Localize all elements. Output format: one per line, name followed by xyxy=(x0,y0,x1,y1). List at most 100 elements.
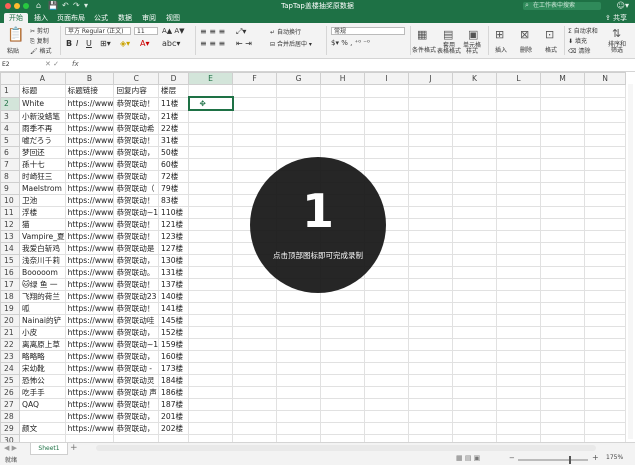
cell-empty[interactable] xyxy=(232,326,278,339)
tab-review[interactable]: 审阅 xyxy=(139,13,159,23)
cell-empty[interactable] xyxy=(496,134,542,147)
cell-empty[interactable] xyxy=(364,109,410,123)
cell-empty[interactable] xyxy=(584,242,627,255)
cell-empty[interactable] xyxy=(276,122,322,135)
cell-empty[interactable] xyxy=(540,109,586,123)
cell-empty[interactable] xyxy=(408,314,454,327)
cell-b[interactable]: https://www xyxy=(64,350,115,363)
cell-a[interactable]: Vampire_夏 xyxy=(19,230,66,243)
cell-empty[interactable] xyxy=(408,398,454,411)
cell-empty[interactable] xyxy=(276,109,322,123)
cell-empty[interactable] xyxy=(188,338,234,351)
row-header[interactable]: 5 xyxy=(0,134,20,147)
cell-d[interactable]: 72楼 xyxy=(158,170,190,183)
cell-empty[interactable] xyxy=(540,242,586,255)
cell-empty[interactable] xyxy=(540,290,586,303)
cell-empty[interactable] xyxy=(408,350,454,363)
cell-a[interactable]: Nainai的铲 xyxy=(19,314,66,327)
cell-empty[interactable] xyxy=(276,410,322,423)
cell-c[interactable]: 恭贺联动（ xyxy=(113,182,160,195)
cell-a[interactable]: 卫池 xyxy=(19,194,66,207)
cell-empty[interactable] xyxy=(452,158,498,171)
cell-empty[interactable] xyxy=(364,362,410,375)
cell-a[interactable]: 标题 xyxy=(19,84,66,98)
underline-icon[interactable]: U xyxy=(86,39,92,48)
cell-empty[interactable] xyxy=(320,96,366,111)
cell-empty[interactable] xyxy=(232,362,278,375)
cell-d[interactable]: 159楼 xyxy=(158,338,190,351)
cell-empty[interactable] xyxy=(232,302,278,315)
paste-icon[interactable]: 📋 xyxy=(7,27,24,43)
cell-empty[interactable] xyxy=(540,146,586,159)
delete-cells-icon[interactable]: ⊠ xyxy=(520,28,529,41)
cell-empty[interactable] xyxy=(408,386,454,399)
cell-empty[interactable] xyxy=(408,109,454,123)
cell-empty[interactable] xyxy=(452,242,498,255)
cell-empty[interactable] xyxy=(496,182,542,195)
number-format-select[interactable]: 常规 xyxy=(331,27,405,35)
cell-c[interactable]: 恭贺联动， xyxy=(113,326,160,339)
column-header-j[interactable]: J xyxy=(408,72,454,85)
cell-empty[interactable] xyxy=(408,218,454,231)
cell-empty[interactable] xyxy=(584,386,627,399)
cell-empty[interactable] xyxy=(364,146,410,159)
delete-cells-label[interactable]: 删除 xyxy=(520,45,532,54)
cell-empty[interactable] xyxy=(276,338,322,351)
cell-c[interactable]: 恭贺联动 xyxy=(113,158,160,171)
cell-empty[interactable] xyxy=(584,302,627,315)
cell-empty[interactable] xyxy=(496,146,542,159)
cell-empty[interactable] xyxy=(540,350,586,363)
cell-empty[interactable] xyxy=(320,410,366,423)
cell-empty[interactable] xyxy=(232,96,278,111)
cell-empty[interactable] xyxy=(232,398,278,411)
cell-empty[interactable] xyxy=(452,109,498,123)
column-header-m[interactable]: M xyxy=(540,72,586,85)
cell-a[interactable]: Maelstrom xyxy=(19,182,66,195)
cell-empty[interactable] xyxy=(232,84,278,98)
cell-c[interactable]: 恭贺联动是 xyxy=(113,242,160,255)
cell-empty[interactable] xyxy=(496,362,542,375)
cell-b[interactable]: https://www xyxy=(64,338,115,351)
cell-empty[interactable] xyxy=(408,290,454,303)
cell-d[interactable]: 137楼 xyxy=(158,278,190,291)
cell-empty[interactable] xyxy=(540,158,586,171)
row-header[interactable]: 27 xyxy=(0,398,20,411)
tab-data[interactable]: 数据 xyxy=(115,13,135,23)
cell-empty[interactable] xyxy=(584,206,627,219)
cell-empty[interactable] xyxy=(540,266,586,279)
cell-b[interactable]: https://www xyxy=(64,230,115,243)
cell-empty[interactable] xyxy=(232,410,278,423)
cell-b[interactable]: 标题链接 xyxy=(64,84,115,98)
cell-empty[interactable] xyxy=(320,314,366,327)
cell-empty[interactable] xyxy=(584,314,627,327)
cell-empty[interactable] xyxy=(232,122,278,135)
row-header[interactable]: 9 xyxy=(0,182,20,195)
cell-empty[interactable] xyxy=(584,146,627,159)
align-top-icon[interactable]: ≡ ≡ ≡ xyxy=(200,27,225,36)
cell-empty[interactable] xyxy=(408,278,454,291)
cell-a[interactable]: 🐱绿 鱼 一 xyxy=(19,278,66,291)
cell-empty[interactable] xyxy=(452,290,498,303)
cell-c[interactable]: 恭贺联动！ xyxy=(113,218,160,231)
cell-empty[interactable] xyxy=(364,170,410,183)
cell-empty[interactable] xyxy=(584,109,627,123)
cell-empty[interactable] xyxy=(408,230,454,243)
indent-icon[interactable]: ⇤ ⇥ xyxy=(236,39,252,48)
cell-empty[interactable] xyxy=(452,422,498,435)
cell-empty[interactable] xyxy=(496,170,542,183)
cell-d[interactable]: 140楼 xyxy=(158,290,190,303)
formula-cancel-confirm-icons[interactable]: ✕ ✓ xyxy=(45,60,59,68)
cell-a[interactable]: QAQ xyxy=(19,398,66,411)
cell-d[interactable]: 160楼 xyxy=(158,350,190,363)
cell-empty[interactable] xyxy=(232,109,278,123)
cell-empty[interactable] xyxy=(232,158,278,171)
cell-d[interactable]: 11楼 xyxy=(158,96,190,111)
cell-empty[interactable] xyxy=(408,146,454,159)
cell-empty[interactable] xyxy=(188,158,234,171)
cell-empty[interactable] xyxy=(276,398,322,411)
wrap-text-button[interactable]: ↵ 自动换行 xyxy=(270,27,301,36)
cell-c[interactable]: 恭贺联动~1 xyxy=(113,206,160,219)
cell-empty[interactable] xyxy=(232,290,278,303)
cell-c[interactable]: 恭贺联动~1 xyxy=(113,338,160,351)
cell-empty[interactable] xyxy=(188,362,234,375)
